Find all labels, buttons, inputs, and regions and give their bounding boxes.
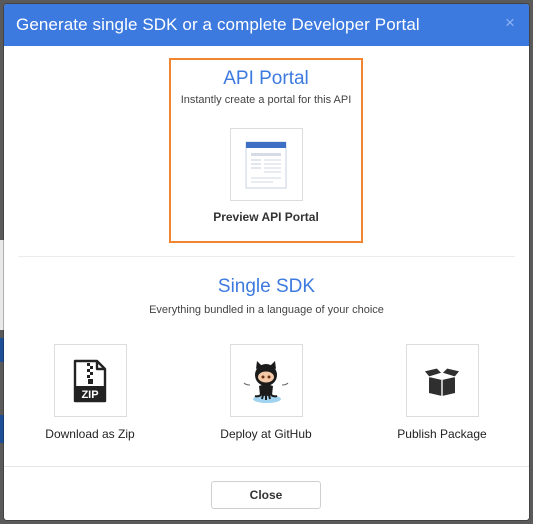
api-portal-subtitle: Instantly create a portal for this API — [180, 94, 352, 106]
github-octocat-icon — [243, 360, 289, 403]
modal-footer: Close — [4, 466, 529, 520]
modal-header: Generate single SDK or a complete Develo… — [4, 4, 529, 46]
api-portal-title: API Portal — [223, 68, 309, 89]
publish-package-button[interactable] — [405, 344, 479, 417]
download-zip-label[interactable]: Download as Zip — [10, 427, 170, 441]
deploy-github-label[interactable]: Deploy at GitHub — [186, 427, 346, 441]
generate-sdk-modal: Generate single SDK or a complete Develo… — [4, 4, 529, 520]
download-zip-option[interactable]: ZIP Download as Zip — [10, 344, 170, 441]
section-divider — [18, 256, 515, 257]
portal-page-icon — [245, 141, 287, 188]
publish-package-label[interactable]: Publish Package — [362, 427, 522, 441]
zip-icon-text: ZIP — [81, 389, 98, 401]
preview-api-portal-label[interactable]: Preview API Portal — [171, 210, 361, 224]
modal-title: Generate single SDK or a complete Develo… — [16, 15, 420, 34]
package-box-icon — [423, 366, 461, 396]
single-sdk-title: Single SDK — [217, 276, 316, 297]
preview-api-portal-button[interactable] — [229, 128, 303, 201]
publish-package-option[interactable]: Publish Package — [362, 344, 522, 441]
close-icon[interactable]: × — [501, 14, 519, 32]
close-button[interactable]: Close — [211, 481, 321, 509]
deploy-github-option[interactable]: Deploy at GitHub — [186, 344, 346, 441]
deploy-github-button[interactable] — [229, 344, 303, 417]
download-zip-button[interactable]: ZIP — [53, 344, 127, 417]
single-sdk-subtitle: Everything bundled in a language of your… — [149, 304, 384, 316]
zip-file-icon: ZIP — [73, 359, 107, 402]
api-portal-section: API Portal Instantly create a portal for… — [169, 58, 363, 243]
